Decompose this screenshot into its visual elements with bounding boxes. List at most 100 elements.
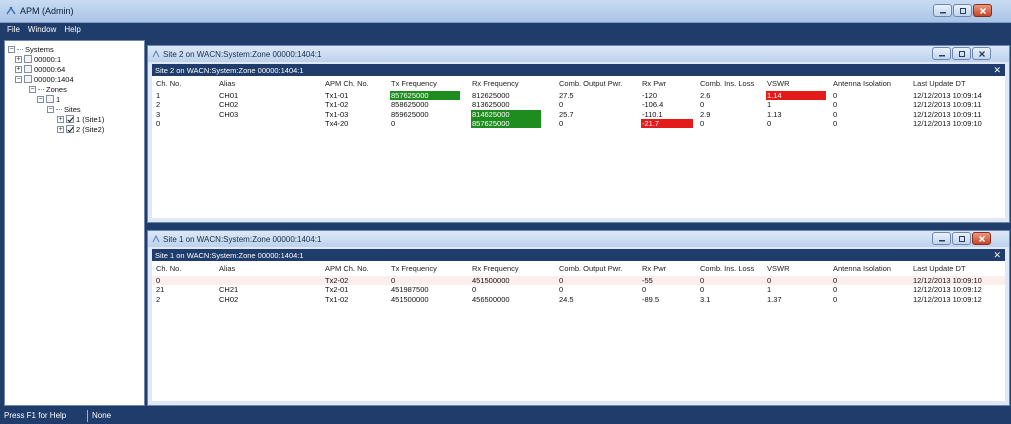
close-button[interactable]	[972, 232, 991, 245]
grid-header: Ch. No. Alias APM Ch. No. Tx Frequency Rx Fr…	[152, 79, 1005, 88]
table-row[interactable]: 21 CH21 Tx2-01 451987500 0 0 0 0 1 0 12/12/2013 10…	[152, 285, 1005, 294]
table-cell: 0	[559, 118, 564, 128]
column-header[interactable]: Comb. Output Pwr.	[558, 79, 622, 88]
app-antenna-icon	[6, 6, 16, 15]
table-cell: -120	[642, 91, 658, 100]
table-row[interactable]: 3 CH03 Tx1-03 859625000 814625000 25.7 -110.1 2…	[152, 109, 1005, 119]
expand-icon[interactable]: +	[15, 55, 22, 63]
table-row[interactable]: 1 CH01 Tx1-01 857625000 812625000 27.5 -120 2.6…	[152, 91, 1005, 100]
close-button[interactable]	[973, 4, 992, 17]
column-header[interactable]: Rx Pwr	[641, 264, 666, 273]
tree-checkbox[interactable]	[24, 65, 32, 73]
table-cell: Tx2-01	[325, 285, 349, 295]
menu-file[interactable]: File	[7, 23, 20, 36]
table-cell: 0	[472, 285, 477, 295]
column-header[interactable]: Comb. Ins. Loss	[699, 79, 754, 88]
table-cell: 0	[700, 118, 705, 128]
collapse-icon[interactable]: −	[15, 75, 22, 83]
tree-checkbox[interactable]	[24, 55, 32, 63]
table-cell: 12/12/2013 10:09:10	[913, 118, 982, 128]
site1-window-titlebar[interactable]: Site 1 on WACN:System:Zone 00000:1404:1	[148, 231, 1009, 247]
restore-button[interactable]	[952, 232, 971, 245]
tree-checkbox[interactable]	[66, 115, 74, 123]
table-cell: 1.37	[767, 294, 782, 304]
table-cell: 2	[156, 100, 161, 110]
tree-node-zone[interactable]: − 1	[37, 94, 60, 104]
column-header[interactable]: APM Ch. No.	[324, 79, 369, 88]
table-cell: 3	[156, 109, 161, 119]
restore-button[interactable]	[952, 47, 971, 60]
tree-node-label: 00000:64	[34, 64, 66, 74]
table-cell: 0	[833, 109, 838, 119]
table-cell: CH02	[219, 100, 239, 110]
site2-window: Site 2 on WACN:System:Zone 00000:1404:1 …	[147, 45, 1010, 223]
table-cell: 12/12/2013 10:09:12	[913, 294, 982, 304]
table-cell: 456500000	[472, 294, 510, 304]
tree-checkbox[interactable]	[24, 75, 32, 83]
table-row[interactable]: 0 Tx4-20 0 857625000 0 -21.7 0 0 0 12/12/2013 10:…	[152, 118, 1005, 128]
menu-window[interactable]: Window	[28, 23, 56, 36]
tree-node-sites[interactable]: − Sites	[47, 104, 81, 114]
column-header[interactable]: VSWR	[766, 264, 790, 273]
tree-node-zones[interactable]: − Zones	[29, 84, 67, 94]
tree-node-system[interactable]: + 00000:1	[15, 54, 61, 64]
table-cell: 3.1	[700, 294, 711, 304]
collapse-icon[interactable]: −	[29, 85, 36, 93]
column-header[interactable]: APM Ch. No.	[324, 264, 369, 273]
column-header[interactable]: Comb. Ins. Loss	[699, 264, 754, 273]
column-header[interactable]: Ch. No.	[155, 264, 181, 273]
tree-node-system[interactable]: + 00000:64	[15, 64, 65, 74]
column-header[interactable]: Alias	[218, 79, 235, 88]
expand-icon[interactable]: +	[15, 65, 22, 73]
column-header[interactable]: Antenna Isolation	[832, 79, 891, 88]
menu-help[interactable]: Help	[64, 23, 80, 36]
pin-icon[interactable]: ✕	[993, 65, 1001, 76]
column-header[interactable]: Rx Pwr	[641, 79, 666, 88]
pin-icon[interactable]: ✕	[993, 250, 1001, 261]
window-icon	[152, 235, 160, 243]
minimize-button[interactable]	[933, 4, 952, 17]
tree-checkbox[interactable]	[46, 95, 54, 103]
close-button[interactable]	[972, 47, 991, 60]
window-icon	[152, 50, 160, 58]
tree-checkbox[interactable]	[66, 125, 74, 133]
table-cell: 0	[391, 276, 396, 285]
minimize-button[interactable]	[932, 47, 951, 60]
column-header[interactable]: Tx Frequency	[390, 264, 437, 273]
table-cell: 0	[767, 276, 772, 285]
expand-icon[interactable]: +	[57, 115, 64, 123]
minimize-button[interactable]	[932, 232, 951, 245]
tree-node-label: 00000:1	[34, 54, 62, 64]
tree-node-system[interactable]: − 00000:1404	[15, 74, 74, 84]
table-row[interactable]: 2 CH02 Tx1-02 858625000 813625000 0 -106.4 0 1 0 1…	[152, 100, 1005, 109]
column-header[interactable]: Tx Frequency	[390, 79, 437, 88]
column-header[interactable]: Antenna Isolation	[832, 264, 891, 273]
tree-node-site[interactable]: + 1 (Site1)	[57, 114, 104, 124]
column-header[interactable]: Ch. No.	[155, 79, 181, 88]
tree-node-systems[interactable]: − Systems	[8, 44, 54, 54]
system-tree: − Systems + 00000:1 + 00000:64 − 00000:1…	[4, 40, 145, 406]
column-header[interactable]: Last Update DT	[912, 79, 966, 88]
tree-node-label: 2 (Site2)	[76, 124, 105, 134]
table-cell: 0	[559, 100, 564, 110]
column-header[interactable]: Rx Frequency	[471, 79, 519, 88]
column-header[interactable]: Comb. Output Pwr.	[558, 264, 622, 273]
restore-button[interactable]	[953, 4, 972, 17]
column-header[interactable]: Alias	[218, 264, 235, 273]
site2-banner-text: Site 2 on WACN:System:Zone 00000:1404:1	[155, 66, 304, 75]
collapse-icon[interactable]: −	[37, 95, 44, 103]
tree-node-site[interactable]: + 2 (Site2)	[57, 124, 104, 134]
close-icon	[979, 7, 986, 14]
table-cell: Tx4-20	[325, 118, 349, 128]
column-header[interactable]: VSWR	[766, 79, 790, 88]
column-header[interactable]: Last Update DT	[912, 264, 966, 273]
expand-icon[interactable]: +	[57, 125, 64, 133]
column-header[interactable]: Rx Frequency	[471, 264, 519, 273]
site2-window-titlebar[interactable]: Site 2 on WACN:System:Zone 00000:1404:1	[148, 46, 1009, 62]
table-row[interactable]: 2 CH02 Tx1-02 451500000 456500000 24.5 -89.5 3.…	[152, 295, 1005, 304]
table-cell: Tx1-02	[325, 100, 349, 110]
site2-grid: Ch. No. Alias APM Ch. No. Tx Frequency Rx Fr…	[152, 76, 1005, 218]
collapse-icon[interactable]: −	[8, 45, 15, 53]
collapse-icon[interactable]: −	[47, 105, 54, 113]
table-row[interactable]: 0 Tx2-02 0 451500000 0 -55 0 0 0 12/12/2013 10:09…	[152, 276, 1005, 285]
